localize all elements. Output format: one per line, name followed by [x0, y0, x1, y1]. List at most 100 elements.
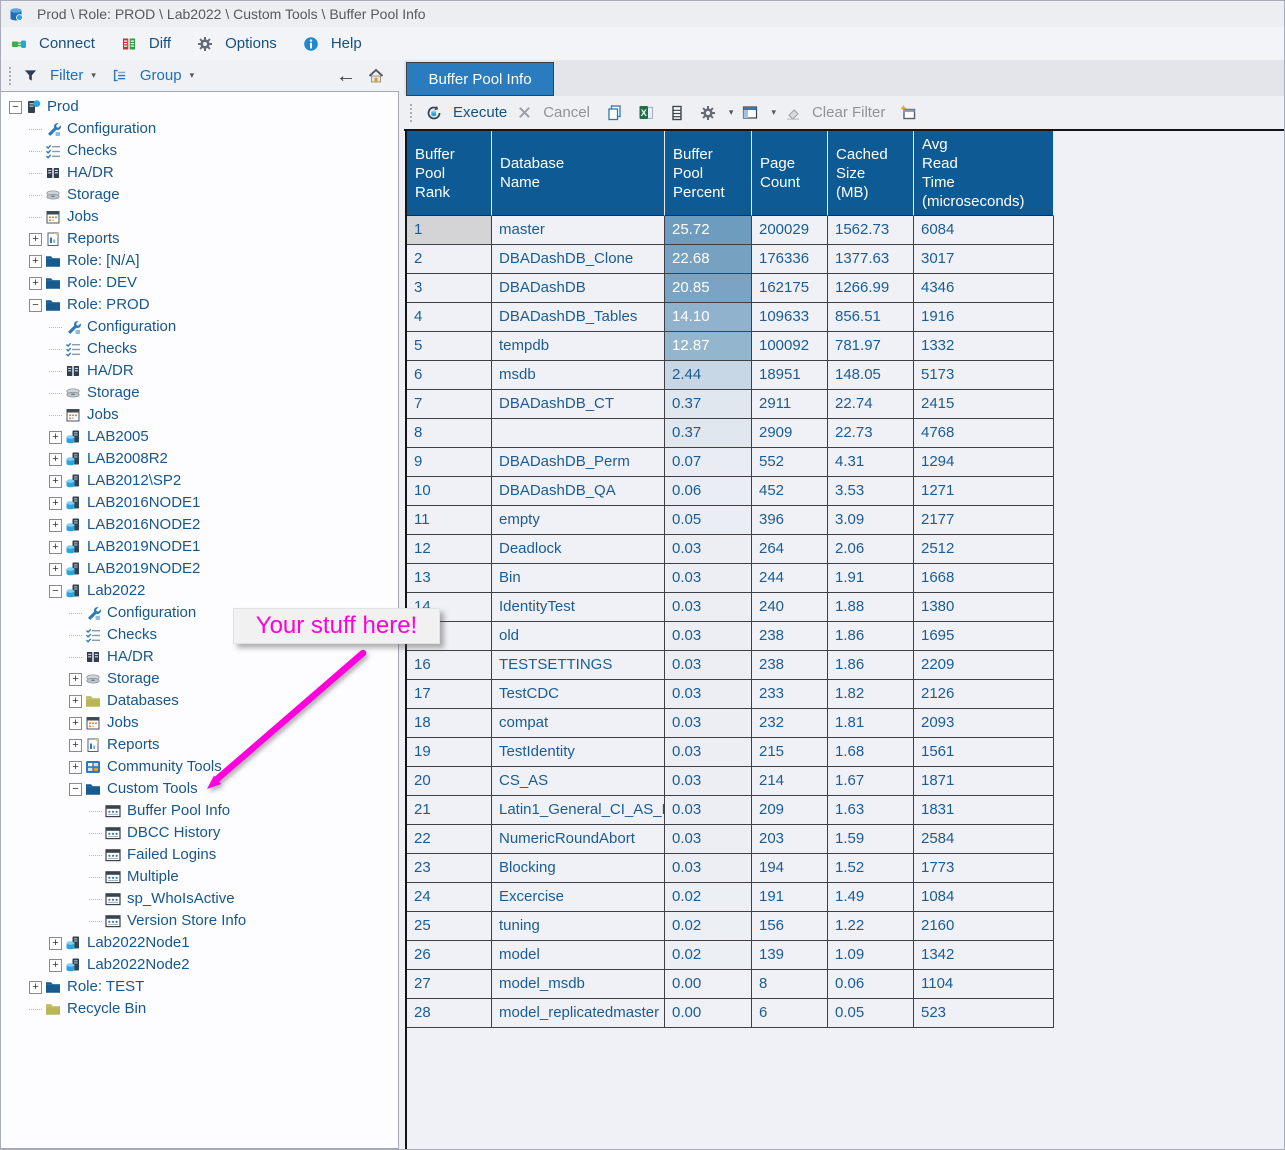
- cell-buffer-pool-rank[interactable]: 2: [407, 245, 492, 274]
- tree-expander[interactable]: +: [69, 673, 82, 686]
- cell-buffer-pool-rank[interactable]: 13: [407, 564, 492, 593]
- tree-expander[interactable]: +: [49, 519, 62, 532]
- cell-buffer-pool-rank[interactable]: 26: [407, 941, 492, 970]
- tree-item-checks[interactable]: Checks: [1, 338, 398, 360]
- tree-item-prod[interactable]: − Prod: [1, 96, 398, 118]
- cell-buffer-pool-percent[interactable]: 0.03: [665, 651, 752, 680]
- cell-buffer-pool-rank[interactable]: 28: [407, 999, 492, 1028]
- cell-avg-read-time[interactable]: 2415: [914, 390, 1054, 419]
- cell-buffer-pool-percent[interactable]: 22.68: [665, 245, 752, 274]
- cell-page-count[interactable]: 209: [752, 796, 828, 825]
- tree-item-failed-logins[interactable]: Failed Logins: [1, 844, 398, 866]
- tree-item-lab2005[interactable]: + LAB2005: [1, 426, 398, 448]
- cell-page-count[interactable]: 100092: [752, 332, 828, 361]
- cell-cached-size[interactable]: 4.31: [828, 448, 914, 477]
- cell-cached-size[interactable]: 781.97: [828, 332, 914, 361]
- cell-buffer-pool-rank[interactable]: 20: [407, 767, 492, 796]
- cell-avg-read-time[interactable]: 1342: [914, 941, 1054, 970]
- tree-expander[interactable]: +: [49, 937, 62, 950]
- cell-buffer-pool-rank[interactable]: 9: [407, 448, 492, 477]
- cell-page-count[interactable]: 191: [752, 883, 828, 912]
- tree-item-ha-dr[interactable]: HA/DR: [1, 162, 398, 184]
- cell-cached-size[interactable]: 1377.63: [828, 245, 914, 274]
- cell-avg-read-time[interactable]: 4346: [914, 274, 1054, 303]
- cell-buffer-pool-percent[interactable]: 0.03: [665, 709, 752, 738]
- tree-item-multiple[interactable]: Multiple: [1, 866, 398, 888]
- cell-database-name[interactable]: master: [492, 216, 665, 245]
- cell-avg-read-time[interactable]: 1084: [914, 883, 1054, 912]
- tree-item-dbcc-history[interactable]: DBCC History: [1, 822, 398, 844]
- cell-buffer-pool-rank[interactable]: 23: [407, 854, 492, 883]
- cell-database-name[interactable]: NumericRoundAbort: [492, 825, 665, 854]
- cell-cached-size[interactable]: 1266.99: [828, 274, 914, 303]
- cell-buffer-pool-rank[interactable]: 5: [407, 332, 492, 361]
- tree-item-jobs[interactable]: Jobs: [1, 206, 398, 228]
- tree-expander[interactable]: −: [49, 585, 62, 598]
- cell-buffer-pool-rank[interactable]: 3: [407, 274, 492, 303]
- cell-page-count[interactable]: 176336: [752, 245, 828, 274]
- tree-item-reports[interactable]: + Reports: [1, 228, 398, 250]
- cell-buffer-pool-percent[interactable]: 0.03: [665, 622, 752, 651]
- cell-avg-read-time[interactable]: 1294: [914, 448, 1054, 477]
- cell-database-name[interactable]: DBADashDB_Perm: [492, 448, 665, 477]
- cell-avg-read-time[interactable]: 1773: [914, 854, 1054, 883]
- tree-expander[interactable]: +: [49, 497, 62, 510]
- cell-buffer-pool-rank[interactable]: 1: [407, 216, 492, 245]
- cell-database-name[interactable]: Latin1_General_CI_AS_DB: [492, 796, 665, 825]
- cell-avg-read-time[interactable]: 523: [914, 999, 1054, 1028]
- diff-button[interactable]: Diff: [121, 35, 171, 52]
- cell-database-name[interactable]: msdb: [492, 361, 665, 390]
- cell-buffer-pool-percent[interactable]: 0.05: [665, 506, 752, 535]
- cell-page-count[interactable]: 203: [752, 825, 828, 854]
- cell-page-count[interactable]: 2911: [752, 390, 828, 419]
- cell-database-name[interactable]: DBADashDB_CT: [492, 390, 665, 419]
- export-excel-button[interactable]: [638, 105, 660, 121]
- cell-buffer-pool-percent[interactable]: 0.37: [665, 419, 752, 448]
- tree-expander[interactable]: −: [69, 783, 82, 796]
- cell-avg-read-time[interactable]: 1271: [914, 477, 1054, 506]
- cell-page-count[interactable]: 264: [752, 535, 828, 564]
- cell-database-name[interactable]: DBADashDB: [492, 274, 665, 303]
- cell-buffer-pool-rank[interactable]: 17: [407, 680, 492, 709]
- cell-buffer-pool-rank[interactable]: 8: [407, 419, 492, 448]
- cell-page-count[interactable]: 240: [752, 593, 828, 622]
- grid-settings-button[interactable]: ▾: [700, 105, 734, 121]
- cell-database-name[interactable]: TestCDC: [492, 680, 665, 709]
- cell-database-name[interactable]: model_replicatedmaster: [492, 999, 665, 1028]
- tree-item-role-n-a-[interactable]: + Role: [N/A]: [1, 250, 398, 272]
- cell-cached-size[interactable]: 1.88: [828, 593, 914, 622]
- tree-item-lab2016node2[interactable]: + LAB2016NODE2: [1, 514, 398, 536]
- cell-avg-read-time[interactable]: 1668: [914, 564, 1054, 593]
- tree-item-sp-whoisactive[interactable]: sp_WhoIsActive: [1, 888, 398, 910]
- cell-avg-read-time[interactable]: 1380: [914, 593, 1054, 622]
- cell-avg-read-time[interactable]: 1561: [914, 738, 1054, 767]
- cell-database-name[interactable]: DBADashDB_Clone: [492, 245, 665, 274]
- cell-cached-size[interactable]: 1.09: [828, 941, 914, 970]
- tree-item-recycle-bin[interactable]: Recycle Bin: [1, 998, 398, 1020]
- tree-item-lab2022node1[interactable]: + Lab2022Node1: [1, 932, 398, 954]
- cell-page-count[interactable]: 238: [752, 651, 828, 680]
- cell-buffer-pool-percent[interactable]: 0.02: [665, 912, 752, 941]
- layout-button[interactable]: ▾: [742, 105, 776, 121]
- cell-buffer-pool-rank[interactable]: 19: [407, 738, 492, 767]
- tree-expander[interactable]: +: [29, 277, 42, 290]
- cell-avg-read-time[interactable]: 2209: [914, 651, 1054, 680]
- cell-page-count[interactable]: 109633: [752, 303, 828, 332]
- cell-database-name[interactable]: TESTSETTINGS: [492, 651, 665, 680]
- tree-expander[interactable]: +: [49, 541, 62, 554]
- cell-avg-read-time[interactable]: 1831: [914, 796, 1054, 825]
- cell-avg-read-time[interactable]: 1916: [914, 303, 1054, 332]
- cell-buffer-pool-rank[interactable]: 6: [407, 361, 492, 390]
- cell-avg-read-time[interactable]: 5173: [914, 361, 1054, 390]
- tree-expander[interactable]: −: [9, 101, 22, 114]
- tree-expander[interactable]: +: [69, 717, 82, 730]
- cell-cached-size[interactable]: 1562.73: [828, 216, 914, 245]
- cell-buffer-pool-percent[interactable]: 0.07: [665, 448, 752, 477]
- cell-buffer-pool-percent[interactable]: 20.85: [665, 274, 752, 303]
- cell-buffer-pool-percent[interactable]: 0.02: [665, 941, 752, 970]
- cell-buffer-pool-percent[interactable]: 12.87: [665, 332, 752, 361]
- column-header-page-count[interactable]: Page Count: [752, 131, 828, 216]
- cell-cached-size[interactable]: 22.74: [828, 390, 914, 419]
- tree-item-jobs[interactable]: Jobs: [1, 404, 398, 426]
- column-header-buffer-pool-percent[interactable]: Buffer Pool Percent: [665, 131, 752, 216]
